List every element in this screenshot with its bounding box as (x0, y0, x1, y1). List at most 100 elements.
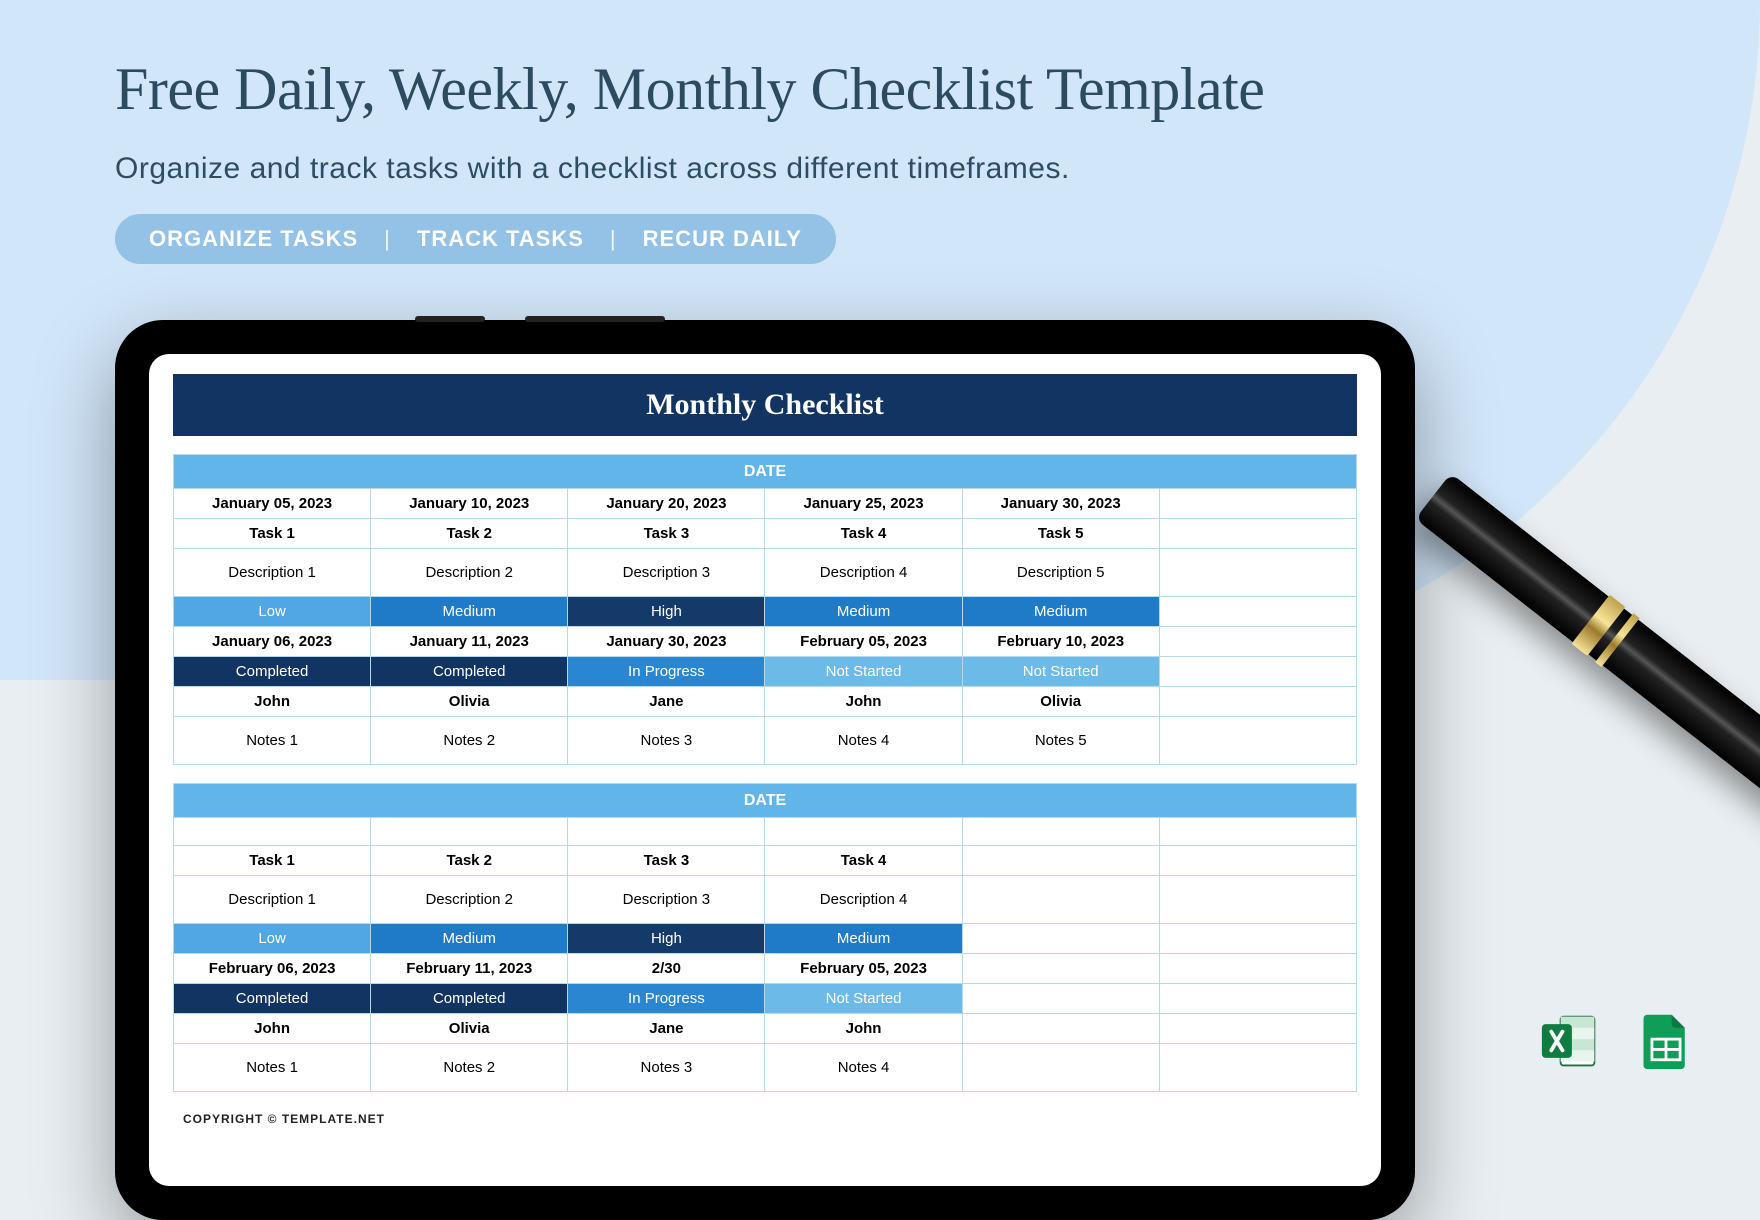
cell: Medium (371, 924, 568, 954)
tag-separator: | (610, 226, 617, 252)
cell (1159, 1014, 1356, 1044)
cell: Description 1 (174, 549, 371, 597)
cell (1159, 549, 1356, 597)
cell (371, 818, 568, 846)
cell: Task 1 (174, 519, 371, 549)
cell: February 05, 2023 (765, 627, 962, 657)
cell (962, 818, 1159, 846)
cell: February 05, 2023 (765, 954, 962, 984)
cell: Jane (568, 1014, 765, 1044)
cell: Description 3 (568, 549, 765, 597)
cell: Not Started (765, 657, 962, 687)
spreadsheet-body: DATEJanuary 05, 2023January 10, 2023Janu… (173, 454, 1357, 1092)
cell: Notes 4 (765, 717, 962, 765)
cell: Description 1 (174, 876, 371, 924)
cell: February 06, 2023 (174, 954, 371, 984)
cell (1159, 876, 1356, 924)
cell (962, 954, 1159, 984)
cell: Notes 5 (962, 717, 1159, 765)
cell: Olivia (371, 687, 568, 717)
cell: High (568, 924, 765, 954)
cell (1159, 984, 1356, 1014)
cell: Low (174, 597, 371, 627)
cell: January 30, 2023 (962, 489, 1159, 519)
hero-section: Free Daily, Weekly, Monthly Checklist Te… (115, 55, 1645, 264)
cell: Description 3 (568, 876, 765, 924)
cell: Description 5 (962, 549, 1159, 597)
cell: Description 4 (765, 876, 962, 924)
cell (1159, 489, 1356, 519)
cell: Notes 3 (568, 717, 765, 765)
cell: High (568, 597, 765, 627)
cell: Completed (371, 657, 568, 687)
tag-separator: | (384, 226, 391, 252)
cell: Task 2 (371, 846, 568, 876)
cell (1159, 597, 1356, 627)
cell: John (174, 1014, 371, 1044)
cell: Task 3 (568, 519, 765, 549)
cell: Notes 4 (765, 1044, 962, 1092)
tag-pill: ORGANIZE TASKS | TRACK TASKS | RECUR DAI… (115, 214, 836, 264)
tag-organize-tasks: ORGANIZE TASKS (149, 226, 358, 252)
tablet-screen: Monthly Checklist DATEJanuary 05, 2023Ja… (149, 354, 1381, 1186)
tag-track-tasks: TRACK TASKS (417, 226, 584, 252)
cell (568, 818, 765, 846)
excel-icon (1531, 1002, 1609, 1080)
cell: Task 4 (765, 519, 962, 549)
cell: John (174, 687, 371, 717)
cell (962, 1014, 1159, 1044)
cell (765, 818, 962, 846)
cell: Notes 2 (371, 1044, 568, 1092)
cell: Task 5 (962, 519, 1159, 549)
cell: 2/30 (568, 954, 765, 984)
format-icons (1531, 1002, 1705, 1080)
cell: Jane (568, 687, 765, 717)
cell: Medium (962, 597, 1159, 627)
cell: Completed (174, 657, 371, 687)
cell: John (765, 687, 962, 717)
cell: January 05, 2023 (174, 489, 371, 519)
cell: January 10, 2023 (371, 489, 568, 519)
page-title: Free Daily, Weekly, Monthly Checklist Te… (115, 55, 1645, 124)
cell: January 06, 2023 (174, 627, 371, 657)
cell: Description 4 (765, 549, 962, 597)
cell: In Progress (568, 984, 765, 1014)
google-sheets-icon (1627, 1002, 1705, 1080)
copyright-text: COPYRIGHT © TEMPLATE.NET (173, 1092, 1357, 1126)
cell: Description 2 (371, 876, 568, 924)
cell: Notes 2 (371, 717, 568, 765)
cell (1159, 846, 1356, 876)
cell: February 10, 2023 (962, 627, 1159, 657)
cell: January 11, 2023 (371, 627, 568, 657)
tablet-mockup: Monthly Checklist DATEJanuary 05, 2023Ja… (115, 320, 1415, 1220)
cell: February 11, 2023 (371, 954, 568, 984)
cell: Notes 1 (174, 1044, 371, 1092)
cell: Notes 3 (568, 1044, 765, 1092)
cell: Low (174, 924, 371, 954)
cell: In Progress (568, 657, 765, 687)
cell: Not Started (765, 984, 962, 1014)
cell: Medium (371, 597, 568, 627)
checklist-block: DATETask 1Task 2Task 3Task 4Description … (173, 783, 1357, 1092)
cell (1159, 519, 1356, 549)
cell (962, 876, 1159, 924)
cell (962, 924, 1159, 954)
checklist-block: DATEJanuary 05, 2023January 10, 2023Janu… (173, 454, 1357, 765)
cell: Task 3 (568, 846, 765, 876)
cell: Notes 1 (174, 717, 371, 765)
cell: Olivia (371, 1014, 568, 1044)
cell (1159, 1044, 1356, 1092)
cell: Olivia (962, 687, 1159, 717)
cell (1159, 818, 1356, 846)
cell (962, 1044, 1159, 1092)
cell: Task 1 (174, 846, 371, 876)
cell: Medium (765, 597, 962, 627)
cell (962, 846, 1159, 876)
cell (962, 984, 1159, 1014)
cell: January 30, 2023 (568, 627, 765, 657)
cell: January 20, 2023 (568, 489, 765, 519)
cell: Medium (765, 924, 962, 954)
cell: January 25, 2023 (765, 489, 962, 519)
page-subtitle: Organize and track tasks with a checklis… (115, 152, 1645, 186)
tag-recur-daily: RECUR DAILY (643, 226, 802, 252)
